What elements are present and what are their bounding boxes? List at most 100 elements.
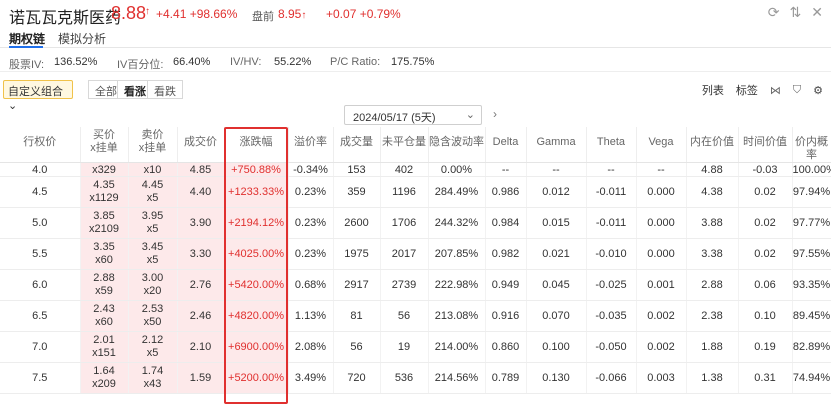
table-cell: 1.59	[177, 362, 225, 394]
table-row[interactable]: 4.5 4.35 x1129 4.45 x5 4.40 +1233.33% 0.23% 359 1…	[0, 176, 831, 208]
table-row[interactable]: 4.0 x329 x10 4.85 +750.88% -0.34% 153 402 0.00% -…	[0, 162, 831, 177]
iv-hv-label: IV/HV:	[230, 56, 262, 68]
table-cell: 720	[333, 362, 381, 394]
table-cell: +750.88%	[224, 162, 289, 177]
table-cell: 81	[333, 300, 381, 332]
table-cell: --	[485, 162, 527, 177]
table-row[interactable]: 6.0 2.88 x59 3.00 x20 2.76 +5420.00% 0.68% 2917 2…	[0, 269, 831, 301]
premarket-label: 盘前	[252, 11, 274, 23]
table-cell: 7.5	[0, 362, 81, 394]
table-cell: 0.23%	[288, 207, 334, 239]
option-chain-table-wrap: 行权价 买价 x挂单 卖价 x挂单 成交价 涨跌幅 溢价率 成交量 未平仓量 隐含波动率 Delta G…	[0, 127, 831, 408]
expiry-date-select[interactable]: 2024/05/17 (5天) ⌄	[344, 105, 482, 125]
table-cell: 3.88	[686, 207, 739, 239]
table-cell: 0.100	[526, 331, 587, 363]
sort-icon[interactable]: ⇅	[790, 4, 802, 21]
premarket-change: +0.07 +0.79%	[326, 7, 401, 21]
tag-view-button[interactable]: 标签	[736, 82, 758, 98]
table-cell: 0.19	[738, 331, 793, 363]
split-icon[interactable]: ⋈	[770, 84, 781, 97]
table-cell: 2.01 x151	[80, 331, 129, 363]
column-header[interactable]: 成交价	[177, 127, 225, 163]
table-cell: 2.88	[686, 269, 739, 301]
table-cell: 0.982	[485, 238, 527, 270]
table-cell: 56	[333, 331, 381, 363]
table-row[interactable]: 7.5 1.64 x209 1.74 x43 1.59 +5200.00% 3.49% 720 5…	[0, 362, 831, 394]
main-tabs: 期权链 模拟分析	[0, 26, 831, 48]
table-row[interactable]: 5.5 3.35 x60 3.45 x5 3.30 +4025.00% 0.23% 1975 20…	[0, 238, 831, 270]
column-header[interactable]: 隐含波动率	[428, 127, 486, 163]
last-price: 8.88	[111, 3, 147, 23]
table-cell: 1706	[380, 207, 429, 239]
table-cell: +2194.12%	[224, 207, 289, 239]
table-row[interactable]: 5.0 3.85 x2109 3.95 x5 3.90 +2194.12% 0.23% 2600…	[0, 207, 831, 239]
column-header[interactable]: 溢价率	[288, 127, 334, 163]
tab-option-chain[interactable]: 期权链	[9, 30, 45, 47]
table-cell: 5.5	[0, 238, 81, 270]
column-header[interactable]: 涨跌幅	[224, 127, 289, 163]
column-header[interactable]: 卖价 x挂单	[128, 127, 178, 163]
table-row[interactable]: 6.5 2.43 x60 2.53 x50 2.46 +4820.00% 1.13% 81 56 2…	[0, 300, 831, 332]
stock-iv-label: 股票IV:	[9, 59, 45, 71]
premarket-price: 8.95↑	[278, 7, 307, 21]
table-cell: 0.002	[636, 331, 687, 363]
column-header[interactable]: 内在价值	[686, 127, 739, 163]
close-icon[interactable]: ✕	[811, 4, 823, 21]
table-cell: 1975	[333, 238, 381, 270]
table-cell: 0.003	[636, 362, 687, 394]
column-header[interactable]: 时间价值	[738, 127, 793, 163]
table-cell: 0.06	[738, 269, 793, 301]
table-cell: -0.025	[586, 269, 637, 301]
tab-simulation[interactable]: 模拟分析	[58, 30, 106, 47]
table-cell: 2.10	[177, 331, 225, 363]
settings-icon[interactable]: ⚙	[813, 84, 823, 97]
list-view-button[interactable]: 列表	[702, 82, 724, 98]
table-cell: 0.000	[636, 176, 687, 208]
table-cell: -0.035	[586, 300, 637, 332]
next-expiry-icon[interactable]: ›	[493, 107, 497, 121]
custom-combo-dropdown[interactable]: 自定义组合 ⌄	[3, 80, 73, 112]
table-cell: +1233.33%	[224, 176, 289, 208]
table-cell: +6900.00%	[224, 331, 289, 363]
view-tools: 列表 标签 ⋈ ⛉ ⚙	[702, 82, 823, 98]
column-header[interactable]: 买价 x挂单	[80, 127, 129, 163]
table-cell: 0.860	[485, 331, 527, 363]
table-row[interactable]: 7.0 2.01 x151 2.12 x5 2.10 +6900.00% 2.08% 56 19 2…	[0, 331, 831, 363]
iv-stats-bar: 股票IV: 136.52% IV百分位: 66.40% IV/HV: 55.22…	[0, 50, 831, 72]
table-cell: 3.30	[177, 238, 225, 270]
table-cell: 222.98%	[428, 269, 486, 301]
table-cell: 536	[380, 362, 429, 394]
filter-put-button[interactable]: 看跌	[147, 80, 183, 99]
table-cell: 0.000	[636, 238, 687, 270]
column-header[interactable]: 成交量	[333, 127, 381, 163]
column-header[interactable]: Delta	[485, 127, 527, 163]
quote-header: 诺瓦瓦克斯医药 8.88 ↑ +4.41 +98.66% 盘前 8.95↑ +0…	[0, 0, 831, 27]
pc-ratio-label: P/C Ratio:	[330, 56, 381, 68]
column-header[interactable]: Vega	[636, 127, 687, 163]
price-up-icon: ↑	[145, 6, 150, 17]
filter-toolbar: 自定义组合 ⌄ 全部 看涨 看跌 列表 标签 ⋈ ⛉ ⚙	[0, 78, 831, 112]
table-cell: 0.015	[526, 207, 587, 239]
table-cell: 3.00 x20	[128, 269, 178, 301]
table-cell: 0.986	[485, 176, 527, 208]
table-cell: 2.12 x5	[128, 331, 178, 363]
table-cell: 3.45 x5	[128, 238, 178, 270]
table-cell: 402	[380, 162, 429, 177]
table-cell: 2.76	[177, 269, 225, 301]
refresh-icon[interactable]: ⟳	[768, 4, 780, 21]
table-cell: 214.00%	[428, 331, 486, 363]
table-cell: 4.85	[177, 162, 225, 177]
table-cell: x10	[128, 162, 178, 177]
table-cell: 0.23%	[288, 176, 334, 208]
iv-percentile-value: 66.40%	[173, 56, 211, 68]
table-cell: 93.35%	[792, 269, 831, 301]
filter-icon[interactable]: ⛉	[793, 84, 801, 97]
column-header[interactable]: 未平仓量	[380, 127, 429, 163]
table-header: 行权价 买价 x挂单 卖价 x挂单 成交价 涨跌幅 溢价率 成交量 未平仓量 隐含波动率 Delta G…	[0, 127, 831, 163]
table-cell: 213.08%	[428, 300, 486, 332]
column-header[interactable]: Theta	[586, 127, 637, 163]
column-header[interactable]: 价内概率	[792, 127, 831, 163]
column-header[interactable]: 行权价	[0, 127, 81, 163]
table-cell: --	[636, 162, 687, 177]
column-header[interactable]: Gamma	[526, 127, 587, 163]
